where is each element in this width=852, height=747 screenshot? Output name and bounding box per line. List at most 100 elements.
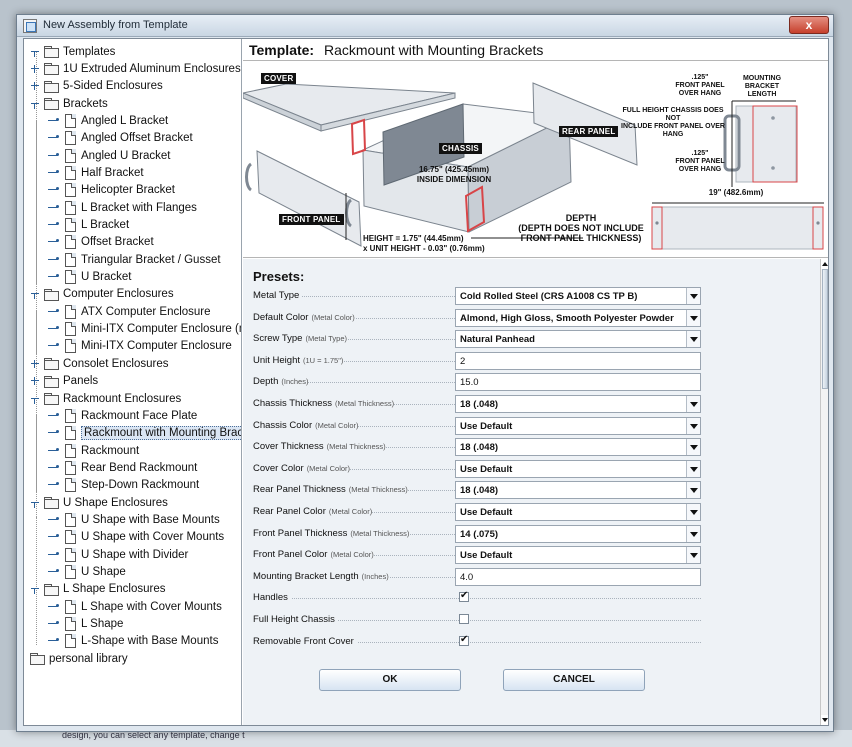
preset-checkbox[interactable]: ✔ (459, 590, 469, 603)
tree-template-row[interactable]: L Shape with Cover Mounts (48, 598, 222, 615)
tree-template-row[interactable]: Rackmount (48, 442, 139, 459)
tree-folder-row[interactable]: Rackmount Enclosures (30, 390, 181, 407)
dropdown-arrow-icon[interactable] (686, 331, 700, 348)
folder-icon (44, 98, 59, 111)
preset-select[interactable]: Cold Rolled Steel (CRS A1008 CS TP B) (455, 287, 701, 305)
tree-expanded-icon[interactable] (30, 394, 40, 404)
tree-expanded-icon[interactable] (30, 47, 40, 57)
tree-folder-row[interactable]: Templates (30, 43, 115, 60)
dropdown-arrow-icon[interactable] (686, 547, 700, 564)
preset-label: Removable Front Cover (253, 635, 357, 647)
tree-template-row[interactable]: Triangular Bracket / Gusset (48, 251, 221, 268)
tree-template-row[interactable]: Angled L Bracket (48, 112, 168, 129)
tree-folder-row[interactable]: Computer Enclosures (30, 286, 174, 303)
tree-template-row[interactable]: Step-Down Rackmount (48, 477, 199, 494)
cancel-button[interactable]: CANCEL (503, 669, 645, 691)
tree-leaf-handle-icon (48, 272, 62, 282)
preset-checkbox[interactable] (459, 614, 469, 624)
preset-select[interactable]: 14 (.075) (455, 524, 701, 543)
presets-scrollbar[interactable] (820, 259, 828, 725)
tree-template-row[interactable]: Rackmount with Mounting Brackets (48, 425, 241, 442)
tree-template-row[interactable]: U Bracket (48, 269, 132, 286)
preset-select[interactable]: Use Default (455, 546, 701, 565)
preset-input[interactable]: 15.0 (455, 373, 701, 392)
preset-label: Default Color (Metal Color) (253, 311, 355, 323)
dropdown-arrow-icon[interactable] (686, 525, 700, 542)
tree-leaf-handle-icon (48, 480, 62, 490)
tree-template-row[interactable]: Helicopter Bracket (48, 182, 175, 199)
preset-select[interactable]: Use Default (455, 503, 701, 521)
tree-folder-row[interactable]: Panels (30, 373, 98, 390)
tree-template-row[interactable]: U Shape with Base Mounts (48, 511, 220, 528)
tree-leaf-handle-icon (48, 220, 62, 230)
folder-icon (44, 80, 59, 93)
tree-template-row[interactable]: Angled U Bracket (48, 147, 171, 164)
tree-template-row[interactable]: ATX Computer Enclosure (48, 303, 211, 320)
tree-template-row[interactable]: L Shape (48, 616, 123, 633)
dropdown-arrow-icon[interactable] (686, 396, 700, 412)
tree-folder-row[interactable]: U Shape Enclosures (30, 494, 168, 511)
tree-collapsed-icon[interactable] (30, 359, 40, 369)
dropdown-arrow-icon[interactable] (686, 309, 700, 326)
template-tree[interactable]: Templates 1U Extruded Aluminum Enclosures… (24, 39, 242, 725)
tree-template-row[interactable]: U Shape (48, 564, 126, 581)
preset-label: Front Panel Color (Metal Color) (253, 549, 374, 561)
tree-expanded-icon[interactable] (30, 289, 40, 300)
preset-input[interactable]: 2 (455, 351, 701, 370)
tree-folder-row[interactable]: Brackets (30, 95, 108, 112)
preset-input[interactable]: 4.0 (455, 567, 701, 586)
background-status-strip: design, you can select any template, cha… (0, 730, 852, 747)
dropdown-arrow-icon[interactable] (686, 417, 700, 434)
preset-select[interactable]: 18 (.048) (455, 481, 701, 500)
side-view-hole-marker (771, 166, 775, 170)
preset-row: Mounting Bracket Length (Inches) 4.0 (253, 567, 701, 586)
preset-select[interactable]: Almond, High Gloss, Smooth Polyester Pow… (455, 308, 701, 327)
preset-select[interactable]: 18 (.048) (455, 395, 701, 413)
preset-value: Cold Rolled Steel (CRS A1008 CS TP B) (460, 291, 638, 302)
tree-template-row[interactable]: U Shape with Cover Mounts (48, 529, 224, 546)
scroll-down-button[interactable] (821, 715, 828, 725)
tree-template-row[interactable]: L-Shape with Base Mounts (48, 633, 218, 650)
tree-template-row[interactable]: Rackmount Face Plate (48, 407, 197, 424)
tree-template-row[interactable]: U Shape with Divider (48, 546, 188, 563)
dropdown-arrow-icon[interactable] (686, 288, 700, 304)
preset-select[interactable]: Use Default (455, 416, 701, 435)
ok-button[interactable]: OK (319, 669, 461, 691)
tree-folder-row[interactable]: L Shape Enclosures (30, 581, 166, 598)
scroll-thumb[interactable] (822, 269, 828, 389)
dropdown-arrow-icon[interactable] (686, 482, 700, 499)
tree-template-row[interactable]: Rear Bend Rackmount (48, 459, 197, 476)
tree-folder-row[interactable]: Consolet Enclosures (30, 355, 168, 372)
scroll-up-button[interactable] (821, 259, 828, 269)
tree-folder-row[interactable]: 1U Extruded Aluminum Enclosures (30, 60, 241, 77)
tree-template-row[interactable]: Mini-ITX Computer Enclosure (no F (48, 321, 241, 338)
preset-checkbox[interactable]: ✔ (459, 634, 469, 646)
dropdown-arrow-icon[interactable] (686, 460, 700, 477)
tree-collapsed-icon[interactable] (30, 64, 40, 74)
dropdown-arrow-icon[interactable] (686, 504, 700, 520)
tree-expanded-icon[interactable] (30, 498, 40, 508)
tree-label: personal library (49, 652, 128, 665)
preset-select[interactable]: Use Default (455, 459, 701, 478)
preset-label: Chassis Color (Metal Color) (253, 419, 359, 431)
tree-template-row[interactable]: Offset Bracket (48, 234, 154, 251)
dropdown-arrow-icon[interactable] (686, 439, 700, 456)
tree-label: Angled U Bracket (81, 149, 171, 162)
tree-label: Mini-ITX Computer Enclosure (no F (81, 323, 241, 336)
preset-select[interactable]: 18 (.048) (455, 438, 701, 457)
tree-collapsed-icon[interactable] (30, 81, 40, 91)
tree-template-row[interactable]: Half Bracket (48, 164, 144, 181)
tree-expanded-icon[interactable] (30, 99, 40, 109)
tree-template-row[interactable]: L Bracket (48, 217, 129, 234)
rear-panel-label: REAR PANEL (559, 126, 619, 137)
tree-template-row[interactable]: L Bracket with Flanges (48, 199, 197, 216)
tree-template-row[interactable]: Angled Offset Bracket (48, 130, 193, 147)
tree-collapsed-icon[interactable] (30, 376, 40, 386)
tree-expanded-icon[interactable] (30, 584, 40, 595)
tree-folder-row[interactable]: 5-Sided Enclosures (30, 78, 163, 95)
close-button[interactable]: x (789, 16, 829, 34)
tree-folder-row[interactable]: personal library (30, 650, 128, 667)
tree-leaf-handle-icon (48, 133, 62, 143)
tree-template-row[interactable]: Mini-ITX Computer Enclosure (48, 338, 232, 355)
preset-select[interactable]: Natural Panhead (455, 330, 701, 349)
